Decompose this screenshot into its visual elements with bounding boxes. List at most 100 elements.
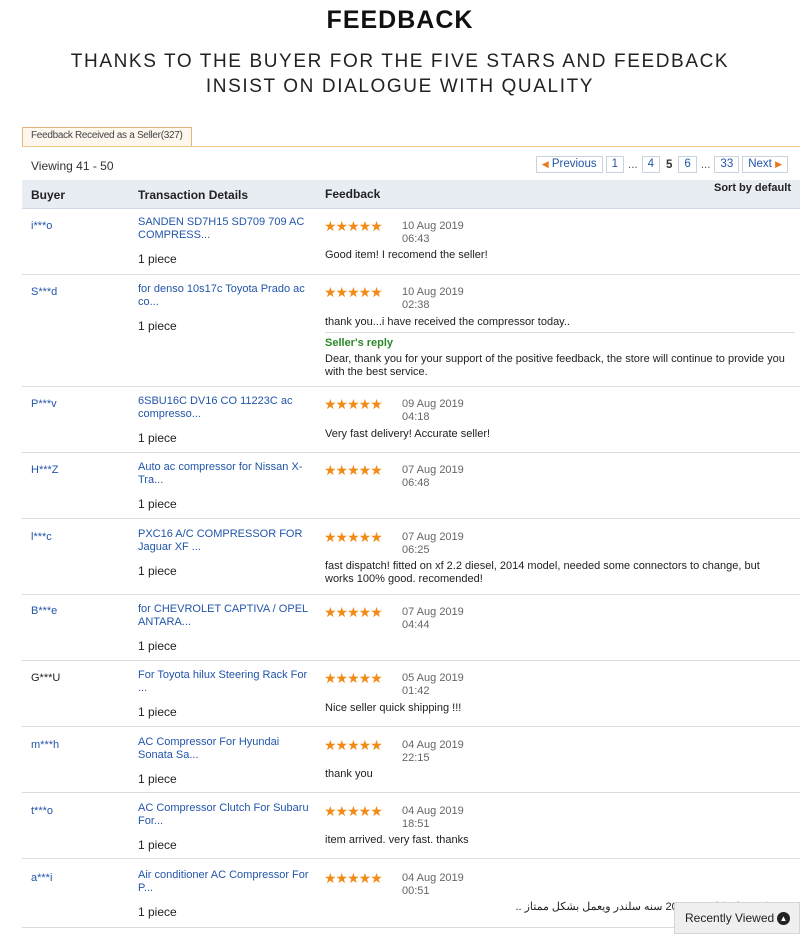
quantity: 1 piece bbox=[138, 564, 177, 578]
rating-stars-icon: ★★★★★ bbox=[324, 604, 383, 620]
feedback-time: 06:43 bbox=[402, 233, 430, 245]
item-link[interactable]: For Toyota hilux Steering Rack For ... bbox=[138, 669, 310, 694]
rating-stars-icon: ★★★★★ bbox=[324, 462, 383, 478]
quantity: 1 piece bbox=[138, 838, 177, 852]
chevron-left-icon: ◀ bbox=[541, 159, 549, 169]
feedback-time: 06:25 bbox=[402, 544, 430, 556]
item-link[interactable]: for CHEVROLET CAPTIVA / OPEL ANTARA... bbox=[138, 603, 310, 628]
table-row: B***e for CHEVROLET CAPTIVA / OPEL ANTAR… bbox=[22, 595, 800, 661]
current-page: 5 bbox=[666, 158, 673, 171]
page-ellipsis: ... bbox=[628, 158, 638, 171]
feedback-text: Very fast delivery! Accurate seller! bbox=[325, 428, 491, 440]
buyer-name[interactable]: P***v bbox=[31, 398, 57, 410]
previous-label: Previous bbox=[551, 158, 597, 170]
page-ellipsis: ... bbox=[700, 158, 711, 171]
feedback-time: 02:38 bbox=[402, 299, 430, 311]
quantity: 1 piece bbox=[138, 252, 177, 266]
feedback-text: Nice seller quick shipping !!! bbox=[325, 702, 462, 714]
banner-line-2: INSIST ON DIALOGUE WITH QUALITY bbox=[205, 76, 595, 97]
feedback-text: thank you...i have received the compress… bbox=[325, 316, 570, 328]
feedback-date: 04 Aug 2019 bbox=[402, 739, 464, 751]
item-link[interactable]: Auto ac compressor for Nissan X-Tra... bbox=[138, 461, 310, 486]
next-label: Next bbox=[748, 158, 772, 170]
feedback-date: 07 Aug 2019 bbox=[402, 531, 464, 543]
table-header: Buyer Transaction Details Feedback Sort … bbox=[22, 180, 800, 209]
reply-divider bbox=[325, 332, 795, 333]
feedback-time: 01:42 bbox=[402, 685, 430, 697]
rating-stars-icon: ★★★★★ bbox=[324, 284, 383, 300]
feedback-text: fast dispatch! fitted on xf 2.2 diesel, … bbox=[325, 560, 760, 585]
pagination: ◀ Previous 1 ... 4 5 6 ... 33 Next ▶ bbox=[535, 156, 788, 173]
feedback-time: 04:44 bbox=[402, 619, 430, 631]
quantity: 1 piece bbox=[138, 639, 177, 653]
table-row: P***v 6SBU16C DV16 CO 11223C ac compress… bbox=[22, 387, 800, 453]
rating-stars-icon: ★★★★★ bbox=[324, 670, 383, 686]
feedback-time: 22:15 bbox=[402, 752, 430, 764]
buyer-name[interactable]: S***d bbox=[31, 286, 57, 298]
buyer-name[interactable]: t***o bbox=[31, 805, 53, 817]
quantity: 1 piece bbox=[138, 497, 177, 511]
item-link[interactable]: PXC16 A/C COMPRESSOR FOR Jaguar XF ... bbox=[138, 528, 310, 553]
item-link[interactable]: Air conditioner AC Compressor For P... bbox=[138, 869, 310, 894]
rating-stars-icon: ★★★★★ bbox=[324, 218, 383, 234]
page-1-button[interactable]: 1 bbox=[605, 156, 625, 173]
page-6-button[interactable]: 6 bbox=[678, 156, 697, 173]
rating-stars-icon: ★★★★★ bbox=[324, 529, 383, 545]
feedback-date: 07 Aug 2019 bbox=[402, 464, 464, 476]
chevron-right-icon: ▶ bbox=[775, 159, 782, 169]
table-row: l***c PXC16 A/C COMPRESSOR FOR Jaguar XF… bbox=[22, 519, 800, 595]
table-row: t***o AC Compressor Clutch For Subaru Fo… bbox=[22, 793, 800, 859]
table-row: m***h AC Compressor For Hyundai Sonata S… bbox=[22, 727, 800, 793]
feedback-date: 04 Aug 2019 bbox=[402, 805, 464, 817]
buyer-name[interactable]: i***o bbox=[31, 220, 52, 232]
buyer-name[interactable]: a***i bbox=[31, 872, 52, 884]
item-link[interactable]: for denso 10s17c Toyota Prado ac co... bbox=[138, 283, 310, 308]
quantity: 1 piece bbox=[138, 772, 177, 786]
previous-page-button[interactable]: ◀ Previous bbox=[535, 156, 603, 173]
banner-line-1: THANKS TO THE BUYER FOR THE FIVE STARS A… bbox=[70, 51, 730, 72]
sort-by-default[interactable]: Sort by default bbox=[714, 182, 791, 194]
feedback-time: 18:51 bbox=[402, 818, 430, 830]
item-link[interactable]: 6SBU16C DV16 CO 11223C ac compresso... bbox=[138, 395, 310, 420]
feedback-text: item arrived. very fast. thanks bbox=[325, 834, 469, 846]
header-buyer: Buyer bbox=[31, 188, 66, 202]
page-4-button[interactable]: 4 bbox=[641, 156, 661, 173]
buyer-name[interactable]: H***Z bbox=[31, 464, 59, 476]
item-link[interactable]: AC Compressor Clutch For Subaru For... bbox=[138, 802, 310, 827]
quantity: 1 piece bbox=[138, 319, 177, 333]
feedback-date: 05 Aug 2019 bbox=[402, 672, 464, 684]
table-row: S***d for denso 10s17c Toyota Prado ac c… bbox=[22, 275, 800, 387]
seller-reply-label: Seller's reply bbox=[325, 337, 394, 349]
table-row: i***o SANDEN SD7H15 SD709 709 AC COMPRES… bbox=[22, 209, 800, 275]
item-link[interactable]: SANDEN SD7H15 SD709 709 AC COMPRESS... bbox=[138, 216, 310, 241]
rating-stars-icon: ★★★★★ bbox=[324, 870, 383, 886]
tab-feedback-received[interactable]: Feedback Received as a Seller(327) bbox=[22, 127, 192, 146]
buyer-name[interactable]: B***e bbox=[31, 605, 57, 617]
rating-stars-icon: ★★★★★ bbox=[324, 803, 383, 819]
next-page-button[interactable]: Next ▶ bbox=[742, 156, 788, 173]
feedback-date: 10 Aug 2019 bbox=[402, 286, 464, 298]
quantity: 1 piece bbox=[138, 705, 177, 719]
quantity: 1 piece bbox=[138, 431, 177, 445]
feedback-text: Good item! I recomend the seller! bbox=[325, 249, 488, 261]
rating-stars-icon: ★★★★★ bbox=[324, 737, 383, 753]
header-feedback: Feedback bbox=[325, 187, 381, 201]
viewing-range: Viewing 41 - 50 bbox=[31, 159, 114, 173]
recently-viewed-label: Recently Viewed bbox=[685, 911, 775, 925]
feedback-time: 04:18 bbox=[402, 411, 430, 423]
chevron-up-icon: ▲ bbox=[777, 912, 790, 925]
recently-viewed-button[interactable]: Recently Viewed ▲ bbox=[674, 902, 800, 934]
table-row: G***U For Toyota hilux Steering Rack For… bbox=[22, 661, 800, 727]
page-33-button[interactable]: 33 bbox=[714, 156, 740, 173]
buyer-name[interactable]: m***h bbox=[31, 739, 59, 751]
feedback-date: 10 Aug 2019 bbox=[402, 220, 464, 232]
feedback-text: thank you bbox=[325, 768, 373, 780]
banner: FEEDBACK THANKS TO THE BUYER FOR THE FIV… bbox=[0, 0, 800, 128]
item-link[interactable]: AC Compressor For Hyundai Sonata Sa... bbox=[138, 736, 310, 761]
buyer-name[interactable]: G***U bbox=[31, 672, 60, 684]
banner-title: FEEDBACK bbox=[326, 6, 474, 34]
header-transaction: Transaction Details bbox=[138, 188, 249, 202]
feedback-date: 04 Aug 2019 bbox=[402, 872, 464, 884]
feedback-time: 06:48 bbox=[402, 477, 430, 489]
buyer-name[interactable]: l***c bbox=[31, 531, 52, 543]
